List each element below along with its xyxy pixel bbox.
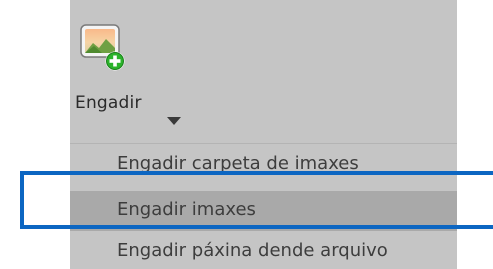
add-image-icon <box>80 24 126 72</box>
screenshot-stage: Engadir Engadir carpeta de imaxes Engadi… <box>0 0 493 269</box>
add-button-label: Engadir <box>75 93 142 113</box>
menu-item-add-images[interactable]: Engadir imaxes <box>70 191 457 231</box>
menu-item-add-image-folder[interactable]: Engadir carpeta de imaxes <box>70 144 457 176</box>
menu-item-label: Engadir páxina dende arquivo <box>117 240 388 261</box>
add-button[interactable]: Engadir <box>70 0 190 143</box>
menu-item-label: Engadir imaxes <box>117 199 256 220</box>
menu-item-label: Engadir carpeta de imaxes <box>117 153 359 174</box>
caret-down-icon[interactable] <box>167 117 181 125</box>
toolbar: Engadir <box>70 0 457 143</box>
menu-item-add-page-from-file[interactable]: Engadir páxina dende arquivo <box>70 235 457 269</box>
add-dropdown-menu: Engadir carpeta de imaxes Engadir imaxes… <box>70 143 457 269</box>
